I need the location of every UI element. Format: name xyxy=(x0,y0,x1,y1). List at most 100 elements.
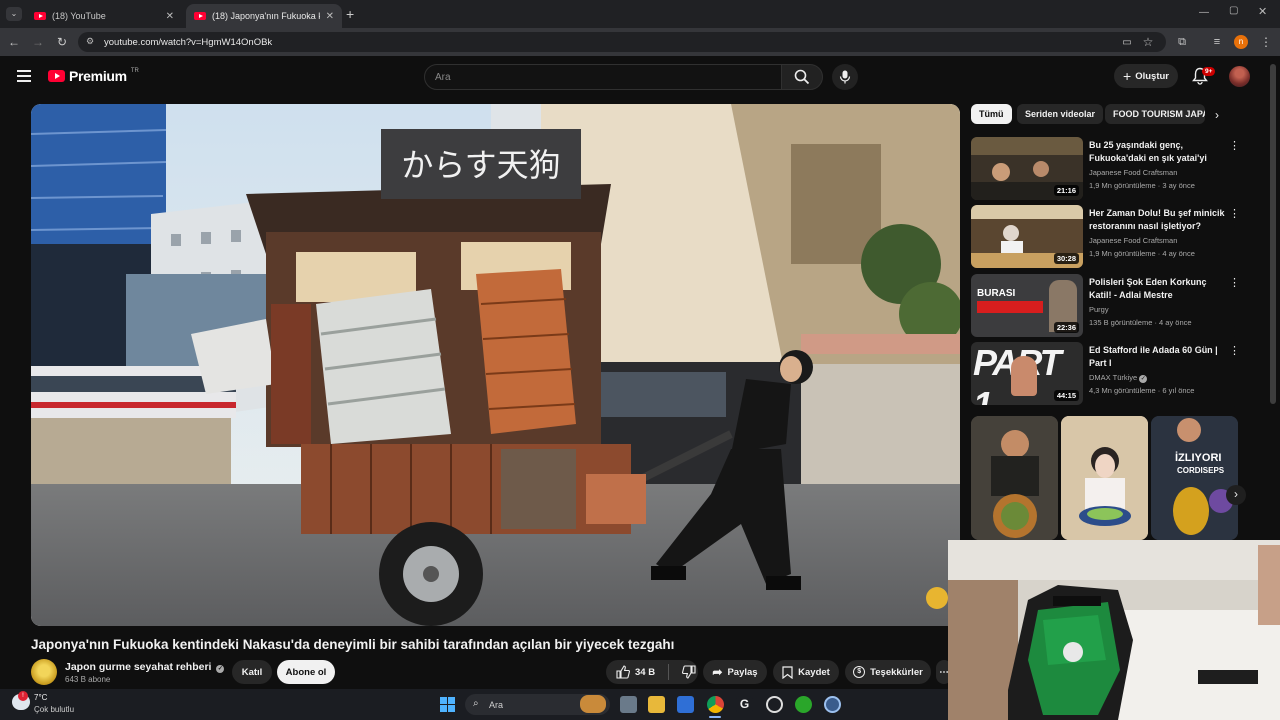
tab-title: (18) Japonya'nın Fukuoka kenti xyxy=(212,11,320,21)
video-duration: 44:15 xyxy=(1053,390,1079,401)
dislike-button[interactable] xyxy=(682,665,696,679)
recommendation-title: Ed Stafford ile Adada 60 Gün | Part I xyxy=(1089,345,1218,368)
store-icon[interactable] xyxy=(677,696,694,713)
page-scrollbar[interactable] xyxy=(1270,64,1276,404)
chips-next-icon[interactable]: › xyxy=(1215,108,1219,122)
tab-youtube-home[interactable]: (18) YouTube ✕ xyxy=(26,4,182,28)
chrome-icon[interactable] xyxy=(707,696,724,713)
plus-icon: + xyxy=(1123,68,1132,84)
thumbs-down-icon xyxy=(682,665,696,679)
close-tab-icon[interactable]: ✕ xyxy=(166,11,174,22)
share-label: Paylaş xyxy=(727,666,758,678)
video-frame: からす天狗 xyxy=(31,104,960,626)
chip-label: FOOD TOURISM JAPAN xyxy=(1113,109,1205,119)
cast-icon[interactable]: ▭ xyxy=(1119,34,1135,50)
search-highlight-icon[interactable] xyxy=(580,695,606,713)
recommendation-channel: Purgy xyxy=(1089,305,1109,314)
subscribe-button[interactable]: Abone ol xyxy=(277,660,335,684)
steam-icon[interactable] xyxy=(766,696,783,713)
video-thumbnail[interactable]: PART 1 44:15 xyxy=(971,342,1083,405)
address-bar[interactable]: ⚙ youtube.com/watch?v=HgmW14OnOBk xyxy=(78,32,1166,52)
tab-title: (18) YouTube xyxy=(52,11,106,21)
account-avatar[interactable] xyxy=(1229,66,1250,87)
recommendation-meta: 1,9 Mn görüntüleme · 4 ay önce xyxy=(1089,249,1195,258)
search-icon xyxy=(794,69,810,85)
tab-current-video[interactable]: (18) Japonya'nın Fukuoka kenti ✕ xyxy=(186,4,342,28)
video-thumbnail[interactable]: 21:16 xyxy=(971,137,1083,200)
channel-avatar[interactable] xyxy=(31,659,57,685)
hamburger-menu-icon[interactable] xyxy=(17,70,31,82)
close-tab-icon[interactable]: ✕ xyxy=(326,11,334,22)
recommendation-meta: 135 B görüntüleme · 4 ay önce xyxy=(1089,318,1192,327)
weather-condition: Çok bulutlu xyxy=(34,705,75,714)
microphone-icon xyxy=(839,70,851,84)
channel-name[interactable]: Japon gurme seyahat rehberi ✓ xyxy=(65,661,225,673)
video-thumbnail[interactable]: 30:28 xyxy=(971,205,1083,268)
weather-temperature: 7°C xyxy=(34,693,48,702)
task-view-icon[interactable] xyxy=(620,696,637,713)
search-placeholder: Ara xyxy=(435,71,451,83)
short-thumbnail[interactable] xyxy=(971,416,1058,540)
new-tab-button[interactable]: + xyxy=(346,6,354,22)
video-duration: 22:36 xyxy=(1053,322,1079,333)
recommendation-meta: 1,9 Mn görüntüleme · 3 ay önce xyxy=(1089,181,1195,190)
subscribe-label: Abone ol xyxy=(285,666,327,678)
restore-icon[interactable]: ▢ xyxy=(1229,5,1238,16)
reading-list-icon[interactable]: ≡ xyxy=(1209,34,1225,50)
windows-start-icon[interactable] xyxy=(440,697,455,712)
more-options-icon[interactable]: ⋮ xyxy=(1229,276,1240,289)
recommendation-item[interactable]: PART 1 44:15 Ed Stafford ile Adada 60 Gü… xyxy=(971,342,1241,406)
join-button[interactable]: Katıl xyxy=(232,660,272,684)
thumbs-up-icon xyxy=(616,665,630,679)
recommendation-item[interactable]: BURASI KORKUNÇ! 22:36 Polisleri Şok Eden… xyxy=(971,274,1241,338)
site-info-icon[interactable]: ⚙ xyxy=(86,36,94,47)
short-image xyxy=(1061,416,1148,540)
more-options-icon[interactable]: ⋮ xyxy=(1229,207,1240,220)
recommendation-channel: Japanese Food Craftsman xyxy=(1089,236,1178,245)
minimize-icon[interactable]: — xyxy=(1199,7,1209,18)
more-options-icon[interactable]: ⋮ xyxy=(1229,344,1240,357)
forward-icon[interactable]: → xyxy=(30,34,46,50)
search-button[interactable] xyxy=(781,64,823,90)
youtube-play-icon xyxy=(48,70,65,82)
channel-text: DMAX Türkiye xyxy=(1089,373,1138,382)
tab-search-button[interactable]: ⌄ xyxy=(6,7,22,21)
settings-gear-icon[interactable] xyxy=(824,696,841,713)
youtube-premium-logo[interactable]: Premium TR xyxy=(48,68,139,84)
chip-food-tourism[interactable]: FOOD TOURISM JAPAN xyxy=(1105,104,1205,124)
chip-label: Seriden videolar xyxy=(1025,109,1096,119)
active-app-indicator xyxy=(709,716,721,718)
like-divider xyxy=(668,664,670,680)
like-button[interactable]: 34 B xyxy=(616,665,655,679)
video-duration: 21:16 xyxy=(1053,185,1079,196)
extensions-icon[interactable]: ⧉ xyxy=(1174,34,1190,50)
short-thumbnail[interactable] xyxy=(1061,416,1148,540)
xbox-icon[interactable] xyxy=(795,696,812,713)
chip-all[interactable]: Tümü xyxy=(971,104,1012,124)
more-options-icon[interactable]: ⋮ xyxy=(1229,139,1240,152)
shorts-next-button[interactable]: › xyxy=(1226,485,1246,505)
share-button[interactable]: ➦ Paylaş xyxy=(703,660,767,684)
thanks-label: Teşekkürler xyxy=(870,666,923,678)
recommendation-item[interactable]: 21:16 Bu 25 yaşındaki genç, Fukuoka'daki… xyxy=(971,137,1241,201)
app-icon[interactable]: G xyxy=(736,696,753,713)
window-close-icon[interactable]: ✕ xyxy=(1258,5,1267,18)
voice-search-button[interactable] xyxy=(832,64,858,90)
create-button[interactable]: + Oluştur xyxy=(1114,64,1178,88)
search-input[interactable]: Ara xyxy=(424,64,782,90)
bookmark-star-icon[interactable]: ☆ xyxy=(1140,34,1156,50)
save-button[interactable]: Kaydet xyxy=(773,660,839,684)
short-thumbnail-live[interactable]: İZLIYORI CORDISEPS xyxy=(1151,416,1238,540)
browser-menu-icon[interactable]: ⋮ xyxy=(1258,34,1274,50)
recommendation-item[interactable]: 30:28 Her Zaman Dolu! Bu şef minicik res… xyxy=(971,205,1241,269)
webcam-overlay xyxy=(948,540,1280,720)
file-explorer-icon[interactable] xyxy=(648,696,665,713)
thanks-button[interactable]: $ Teşekkürler xyxy=(845,660,931,684)
video-thumbnail[interactable]: BURASI KORKUNÇ! 22:36 xyxy=(971,274,1083,337)
youtube-favicon-icon xyxy=(194,12,206,20)
profile-avatar[interactable]: n xyxy=(1234,35,1248,49)
back-icon[interactable]: ← xyxy=(6,34,22,50)
reload-icon[interactable]: ↻ xyxy=(54,34,70,50)
video-player[interactable]: からす天狗 xyxy=(31,104,960,626)
chip-series[interactable]: Seriden videolar xyxy=(1017,104,1104,124)
